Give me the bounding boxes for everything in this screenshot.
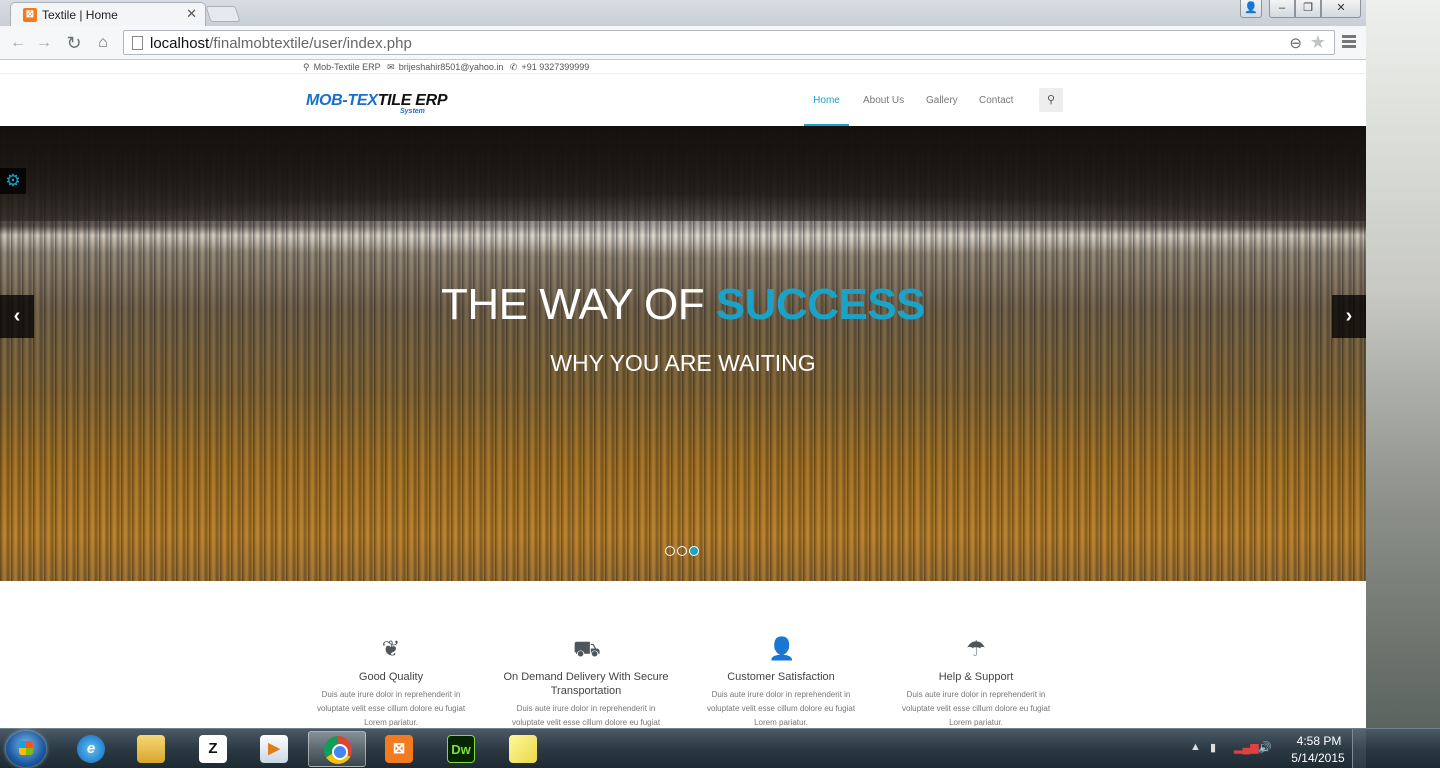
search-icon[interactable]: ⚲ [1039, 88, 1063, 112]
taskbar-google-chrome[interactable] [308, 731, 366, 767]
taskbar-z-app[interactable]: Z [184, 731, 242, 767]
bookmark-star-icon[interactable]: ★ [1310, 32, 1326, 53]
slide-dot-3[interactable] [689, 546, 699, 556]
volume-icon[interactable]: 🔊 [1258, 741, 1272, 754]
forward-arrow-icon[interactable]: → [34, 33, 54, 53]
phone-number: +91 9327399999 [521, 62, 590, 72]
browser-window: ⊠ Textile | Home ✕ 👤 – ❐ ✕ ← → ↻ ⌂ local… [0, 0, 1366, 728]
hero-title-accent: SUCCESS [715, 280, 926, 329]
windows-taskbar: e Z ▶ ⊠ Dw ▲ ▮ ▂▄▆ 🔊 4:58 PM 5/14/2015 [0, 728, 1440, 768]
tab-strip: ⊠ Textile | Home ✕ 👤 – ❐ ✕ [0, 0, 1366, 26]
feature-title: Good Quality [358, 671, 424, 683]
chrome-menu-icon[interactable] [1342, 35, 1356, 49]
hero-title: THE WAY OF SUCCESS [0, 280, 1366, 330]
feature-title: Customer Satisfaction [727, 671, 835, 683]
location-icon: ⚲ [303, 62, 310, 72]
taskbar-xampp[interactable]: ⊠ [370, 731, 428, 767]
envelope-icon: ✉ [387, 62, 395, 72]
user-profile-icon[interactable]: 👤 [1240, 0, 1262, 18]
email-link[interactable]: brijeshahir8501@yahoo.in [399, 62, 504, 72]
hero-slider: ⚙ THE WAY OF SUCCESS WHY YOU ARE WAITING… [0, 126, 1366, 581]
media-player-icon: ▶ [260, 735, 288, 763]
logo-subtitle: System [400, 108, 425, 115]
internet-explorer-icon: e [77, 735, 105, 763]
company-name: Mob-Textile ERP [313, 62, 381, 72]
hero-title-prefix: THE WAY OF [440, 280, 716, 329]
z-app-icon: Z [199, 735, 227, 763]
chrome-icon [324, 736, 352, 764]
desktop-background [1366, 0, 1440, 728]
user-icon: 👤 [768, 636, 796, 661]
restore-button[interactable]: ❐ [1295, 0, 1321, 18]
address-bar[interactable]: localhost/finalmobtextile/user/index.php… [123, 30, 1335, 55]
close-tab-icon[interactable]: ✕ [186, 6, 197, 22]
dreamweaver-icon: Dw [447, 735, 475, 763]
taskbar-media-player[interactable]: ▶ [245, 731, 303, 767]
leaf-icon: ❦ [381, 636, 401, 661]
hero-shadow [0, 126, 1366, 221]
zoom-icon[interactable]: ⊖ [1289, 34, 1302, 52]
site-logo[interactable]: MOB-TEXTILE ERP [306, 93, 448, 109]
xampp-icon: ⊠ [23, 8, 37, 22]
truck-icon: ⛟ [573, 636, 601, 661]
feature-title: Help & Support [938, 671, 1014, 683]
show-hidden-icons-icon[interactable]: ▲ [1190, 741, 1201, 753]
browser-tab[interactable]: ⊠ Textile | Home ✕ [10, 2, 206, 26]
nav-about-us[interactable]: About Us [863, 75, 904, 126]
feature-item: ⛟ On Demand Delivery With Secure Transpo… [501, 636, 671, 728]
taskbar-file-explorer[interactable] [122, 731, 180, 767]
prev-slide-button[interactable]: ‹ [0, 295, 34, 338]
slide-dot-1[interactable] [665, 546, 675, 556]
clock-date[interactable]: 5/14/2015 [1288, 751, 1348, 765]
home-icon[interactable]: ⌂ [93, 33, 113, 53]
browser-toolbar: ← → ↻ ⌂ localhost/finalmobtextile/user/i… [0, 26, 1366, 60]
nav-gallery[interactable]: Gallery [926, 75, 958, 126]
taskbar-sticky-notes[interactable] [494, 731, 552, 767]
hero-subtitle: WHY YOU ARE WAITING [550, 350, 816, 376]
feature-item: ❦ Good Quality Duis aute irure dolor in … [306, 636, 476, 728]
umbrella-icon: ☂ [966, 636, 986, 661]
minimize-button[interactable]: – [1269, 0, 1295, 18]
xampp-icon: ⊠ [385, 735, 413, 763]
nav-home[interactable]: Home [804, 75, 849, 126]
slide-indicators [665, 543, 701, 561]
gear-icon[interactable]: ⚙ [0, 168, 26, 194]
taskbar-internet-explorer[interactable]: e [62, 731, 120, 767]
back-arrow-icon[interactable]: ← [8, 33, 28, 53]
contact-topbar: ⚲ Mob-Textile ERP ✉ brijeshahir8501@yahoo.… [0, 61, 1366, 74]
network-signal-icon[interactable]: ▂▄▆ [1234, 741, 1259, 754]
sticky-notes-icon [509, 735, 537, 763]
close-window-button[interactable]: ✕ [1321, 0, 1361, 18]
feature-text: Duis aute irure dolor in reprehenderit i… [511, 704, 661, 727]
taskbar-dreamweaver[interactable]: Dw [432, 731, 490, 767]
nav-contact[interactable]: Contact [979, 75, 1013, 126]
feature-title: On Demand Delivery With Secure Transport… [503, 671, 669, 697]
web-page: ⚲ Mob-Textile ERP ✉ brijeshahir8501@yahoo.… [0, 61, 1366, 728]
phone-icon: ✆ [509, 62, 518, 72]
feature-item: ☂ Help & Support Duis aute irure dolor i… [891, 636, 1061, 728]
reload-icon[interactable]: ↻ [64, 33, 84, 53]
slide-dot-2[interactable] [677, 546, 687, 556]
site-header: MOB-TEXTILE ERP System Home About Us Gal… [0, 75, 1366, 126]
feature-text: Duis aute irure dolor in reprehenderit i… [316, 690, 466, 727]
new-tab-button[interactable] [205, 6, 241, 22]
windows-logo-icon [19, 741, 33, 755]
clock-time[interactable]: 4:58 PM [1294, 734, 1344, 748]
feature-text: Duis aute irure dolor in reprehenderit i… [706, 690, 856, 727]
start-button[interactable] [6, 731, 46, 767]
url-text[interactable]: localhost/finalmobtextile/user/index.php [150, 35, 412, 52]
features-section: ❦ Good Quality Duis aute irure dolor in … [0, 581, 1366, 728]
page-icon [132, 36, 143, 50]
feature-text: Duis aute irure dolor in reprehenderit i… [901, 690, 1051, 727]
show-desktop-button[interactable] [1352, 729, 1366, 768]
next-slide-button[interactable]: › [1332, 295, 1366, 338]
folder-icon [137, 735, 165, 763]
device-icon[interactable]: ▮ [1210, 741, 1216, 754]
tab-title: Textile | Home [42, 8, 118, 22]
feature-item: 👤 Customer Satisfaction Duis aute irure … [696, 636, 866, 728]
